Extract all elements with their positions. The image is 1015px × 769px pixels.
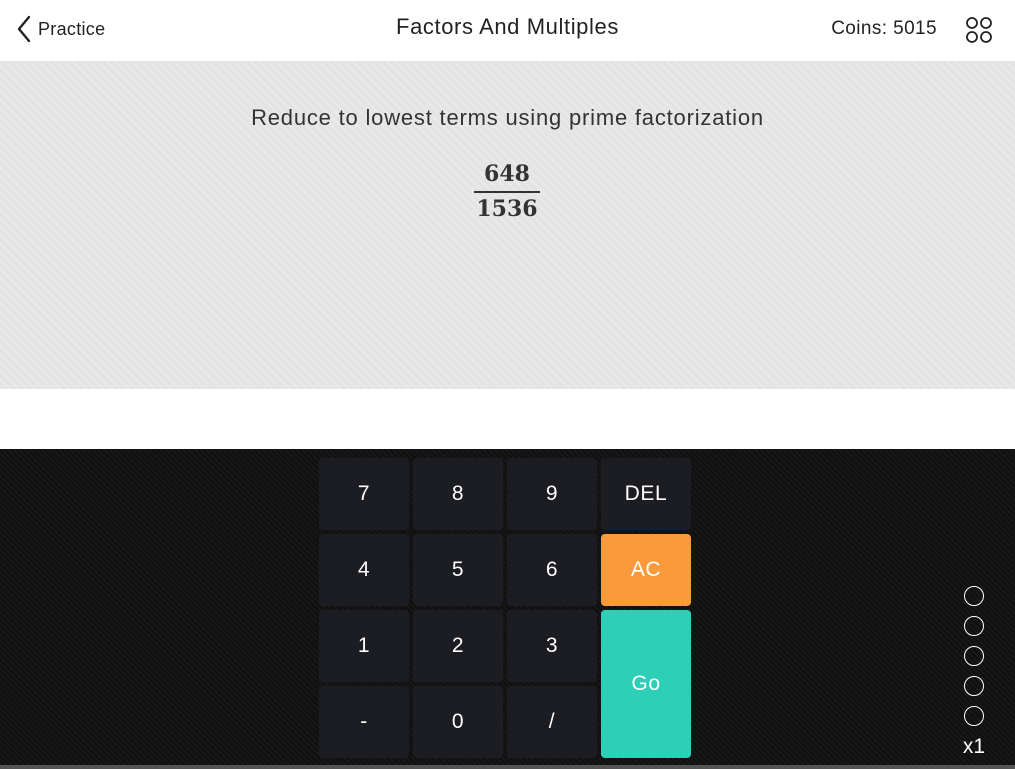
fraction-bar <box>474 191 540 193</box>
top-bar: Practice Factors And Multiples Coins: 50… <box>0 0 1015 61</box>
fraction-denominator: 1536 <box>476 195 538 222</box>
progress-dot <box>964 706 984 726</box>
progress-dot <box>964 586 984 606</box>
keypad: 7 8 9 DEL 4 5 6 AC 1 2 3 Go - 0 / x1 <box>0 449 1015 765</box>
clear-all-key[interactable]: AC <box>601 534 691 606</box>
progress-dot <box>964 616 984 636</box>
coins-counter: Coins: 5015 <box>831 18 937 39</box>
key-2[interactable]: 2 <box>413 610 503 682</box>
go-button[interactable]: Go <box>601 610 691 758</box>
fraction-numerator: 648 <box>484 161 530 187</box>
key-5[interactable]: 5 <box>413 534 503 606</box>
grid-dots-icon <box>965 17 993 48</box>
answer-input-area[interactable] <box>0 389 1015 449</box>
menu-button[interactable] <box>965 16 993 44</box>
streak-multiplier: x1 <box>962 735 986 758</box>
key-6[interactable]: 6 <box>507 534 597 606</box>
delete-key[interactable]: DEL <box>601 458 691 530</box>
bottom-divider <box>0 765 1015 769</box>
progress-dot <box>964 646 984 666</box>
question-prompt: Reduce to lowest terms using prime facto… <box>251 105 764 130</box>
key-0[interactable]: 0 <box>413 686 503 758</box>
fraction: 648 1536 <box>474 159 540 223</box>
key-7[interactable]: 7 <box>319 458 409 530</box>
key-3[interactable]: 3 <box>507 610 597 682</box>
key-8[interactable]: 8 <box>413 458 503 530</box>
key-9[interactable]: 9 <box>507 458 597 530</box>
key-1[interactable]: 1 <box>319 610 409 682</box>
key-4[interactable]: 4 <box>319 534 409 606</box>
question-panel: Reduce to lowest terms using prime facto… <box>0 61 1015 389</box>
progress-dot <box>964 676 984 696</box>
key-minus[interactable]: - <box>319 686 409 758</box>
key-slash[interactable]: / <box>507 686 597 758</box>
